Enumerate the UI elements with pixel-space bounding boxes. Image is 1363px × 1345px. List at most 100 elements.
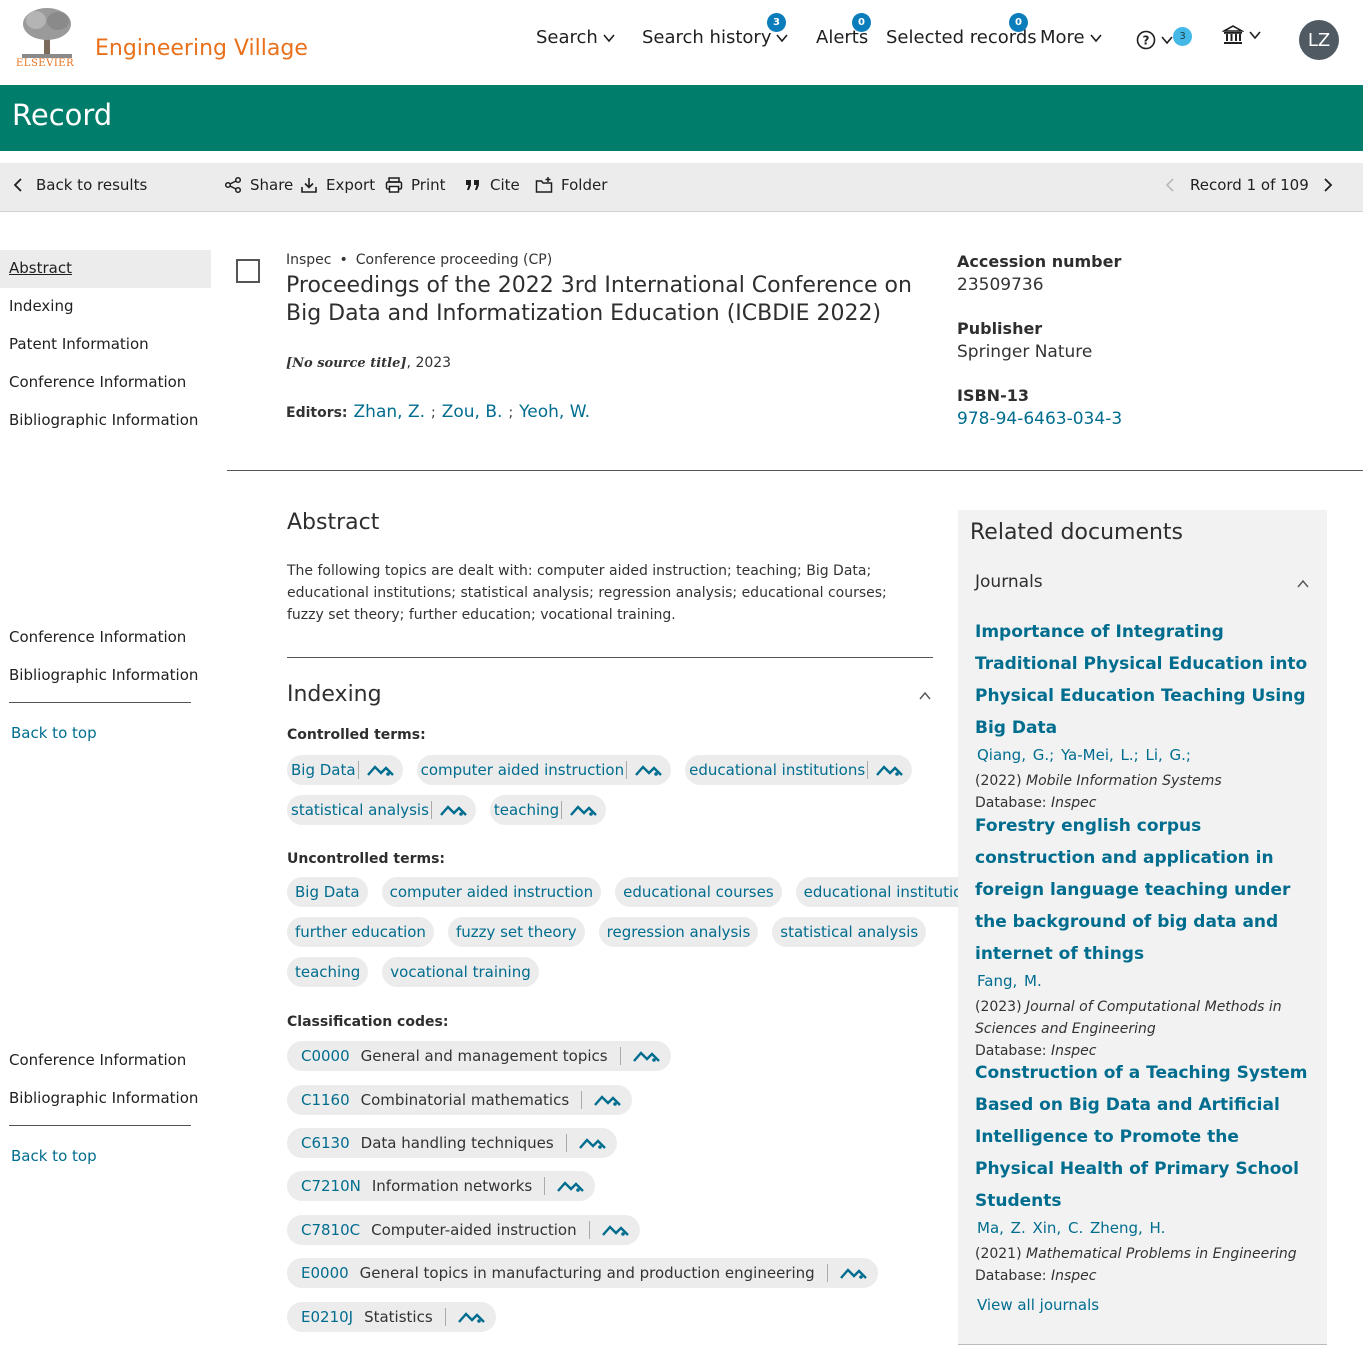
export-button[interactable]: Export [300, 176, 375, 194]
controlled-term-chip[interactable]: educational institutions [685, 755, 913, 785]
uncontrolled-term-chip[interactable]: regression analysis [598, 917, 759, 947]
related-document-authors[interactable]: Fang, M. [975, 972, 1315, 990]
related-search-icon[interactable] [594, 1093, 622, 1107]
editor-link[interactable]: Zhan, Z. [354, 402, 425, 422]
leftnav-bibliographic-information[interactable]: Bibliographic Information [9, 411, 198, 429]
related-document-authors[interactable]: Ma, Z. Xin, C. Zheng, H. [975, 1219, 1315, 1237]
classification-code: C0000 [301, 1047, 350, 1065]
nav-search[interactable]: Search [536, 27, 616, 48]
related-search-icon[interactable] [557, 1179, 585, 1193]
next-record-icon[interactable] [1319, 176, 1337, 194]
record-position: Record 1 of 109 [1190, 176, 1309, 194]
nav-help[interactable]: ? [1136, 30, 1174, 50]
editor-separator: ; [431, 405, 436, 421]
leftnav-bibliographic-information[interactable]: Bibliographic Information [9, 666, 198, 684]
search-history-count-badge: 3 [767, 13, 786, 32]
editor-link[interactable]: Zou, B. [442, 402, 503, 422]
isbn-link[interactable]: 978-94-6463-034-3 [957, 409, 1122, 429]
related-search-icon[interactable] [632, 1049, 661, 1063]
database-value: Inspec [1050, 1268, 1097, 1284]
uncontrolled-term-chip[interactable]: Big Data [287, 877, 368, 907]
related-document-item: Importance of Integrating Traditional Ph… [975, 616, 1315, 814]
classification-code-chip[interactable]: C0000 General and management topics [287, 1041, 671, 1071]
publisher-label: Publisher [957, 319, 1043, 338]
leftnav-abstract[interactable]: Abstract [9, 259, 72, 277]
uncontrolled-term-chip[interactable]: teaching [287, 957, 369, 987]
uncontrolled-term-chip[interactable]: vocational training [382, 957, 539, 987]
classification-code-chip[interactable]: C7210N Information networks [287, 1171, 596, 1201]
controlled-term-chip[interactable]: computer aided instruction [416, 755, 672, 785]
database-value: Inspec [1050, 795, 1097, 811]
controlled-term-chip[interactable]: statistical analysis [287, 795, 476, 825]
folder-add-icon [535, 177, 553, 193]
share-button[interactable]: Share [224, 176, 293, 194]
leftnav-indexing[interactable]: Indexing [9, 297, 74, 315]
chevron-up-icon[interactable] [1296, 577, 1310, 591]
classification-code-chip[interactable]: C1160 Combinatorial mathematics [287, 1085, 633, 1115]
leftnav-conference-information[interactable]: Conference Information [9, 1051, 186, 1069]
related-search-icon[interactable] [635, 763, 663, 777]
uncontrolled-term-chip[interactable]: computer aided instruction [381, 877, 602, 907]
nav-more[interactable]: More [1040, 27, 1103, 48]
cite-label: Cite [490, 176, 520, 194]
back-to-results-link[interactable]: Back to results [10, 176, 147, 194]
back-to-top-link[interactable]: Back to top [11, 1147, 97, 1165]
nav-institution[interactable] [1222, 24, 1262, 46]
print-button[interactable]: Print [385, 176, 446, 194]
uncontrolled-term-chip[interactable]: further education [287, 917, 434, 947]
classification-code-chip[interactable]: E0210J Statistics [287, 1302, 496, 1332]
classification-code-chip[interactable]: C6130 Data handling techniques [287, 1128, 617, 1158]
related-search-icon[interactable] [876, 763, 904, 777]
classification-code-chip[interactable]: E0000 General topics in manufacturing an… [287, 1258, 878, 1288]
leftnav-conference-information[interactable]: Conference Information [9, 373, 186, 391]
classification-code-chip[interactable]: C7810C Computer-aided instruction [287, 1215, 640, 1245]
chevron-up-icon[interactable] [918, 689, 932, 703]
view-all-journals-link[interactable]: View all journals [977, 1296, 1099, 1314]
leftnav-bibliographic-information[interactable]: Bibliographic Information [9, 1089, 198, 1107]
related-document-title[interactable]: Construction of a Teaching System Based … [975, 1057, 1315, 1217]
cite-button[interactable]: Cite [464, 176, 520, 194]
related-search-icon[interactable] [839, 1266, 868, 1280]
related-search-icon[interactable] [440, 803, 468, 817]
journals-accordion-label[interactable]: Journals [975, 572, 1043, 592]
chevron-down-icon [1090, 33, 1102, 42]
related-document-title[interactable]: Forestry english corpus construction and… [975, 810, 1315, 970]
related-search-icon[interactable] [601, 1223, 630, 1237]
brand-name[interactable]: Engineering Village [95, 36, 308, 61]
page-title: Record [12, 98, 113, 132]
printer-icon [385, 177, 403, 193]
select-record-checkbox[interactable] [236, 259, 260, 283]
controlled-term-chip[interactable]: teaching [489, 795, 607, 825]
related-document-title[interactable]: Importance of Integrating Traditional Ph… [975, 616, 1315, 744]
related-search-icon[interactable] [366, 763, 395, 777]
classification-codes-label: Classification codes: [287, 1014, 449, 1030]
folder-button[interactable]: Folder [535, 176, 607, 194]
classification-code: E0210J [301, 1308, 354, 1326]
editor-link[interactable]: Yeoh, W. [519, 402, 590, 422]
nav-search-label: Search [536, 27, 598, 48]
uncontrolled-term-chip[interactable]: educational courses [615, 877, 782, 907]
related-search-icon[interactable] [570, 803, 598, 817]
related-document-source: (2023) Journal of Computational Methods … [975, 996, 1315, 1040]
uncontrolled-terms-label: Uncontrolled terms: [287, 851, 446, 867]
isbn-label: ISBN-13 [957, 386, 1029, 405]
editors-label: Editors: [286, 405, 348, 421]
controlled-term-chip[interactable]: Big Data [287, 755, 403, 785]
related-document-authors[interactable]: Qiang, G.; Ya-Mei, L.; Li, G.; [975, 746, 1315, 764]
uncontrolled-term-chip[interactable]: statistical analysis [772, 917, 927, 947]
back-to-top-link[interactable]: Back to top [11, 724, 97, 742]
chevron-left-icon [13, 178, 22, 192]
leftnav-divider [9, 1125, 191, 1126]
user-avatar[interactable]: LZ [1299, 20, 1339, 60]
leftnav-conference-information[interactable]: Conference Information [9, 628, 186, 646]
related-search-icon[interactable] [578, 1136, 607, 1150]
related-search-icon[interactable] [457, 1310, 486, 1324]
leftnav-patent-information[interactable]: Patent Information [9, 335, 149, 353]
nav-search-history[interactable]: Search history [642, 27, 789, 48]
svg-text:?: ? [1143, 34, 1150, 48]
download-icon [301, 178, 317, 193]
classification-label: Data handling techniques [360, 1134, 554, 1152]
abstract-heading: Abstract [287, 510, 380, 535]
previous-record-icon[interactable] [1162, 176, 1180, 194]
uncontrolled-term-chip[interactable]: fuzzy set theory [447, 917, 585, 947]
